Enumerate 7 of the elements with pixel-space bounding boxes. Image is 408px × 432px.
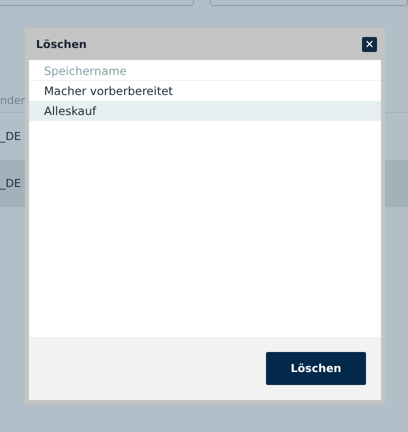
delete-button[interactable]: Löschen <box>266 352 366 385</box>
list-item[interactable]: Alleskauf <box>29 101 381 121</box>
dialog-title: Löschen <box>36 38 87 50</box>
close-button[interactable]: ✕ <box>362 36 377 52</box>
column-label: nder <box>0 93 26 109</box>
list-item[interactable]: Macher vorberbereitet <box>29 81 381 101</box>
column-header: Speichername <box>29 60 381 81</box>
